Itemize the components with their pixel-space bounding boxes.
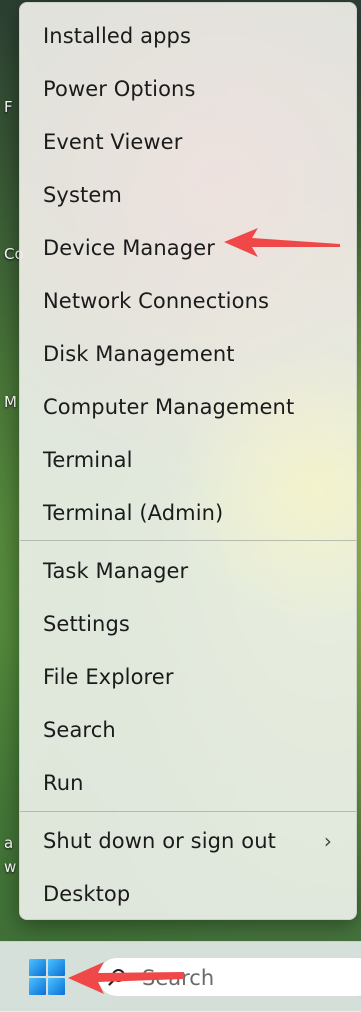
menu-item-network-connections[interactable]: Network Connections xyxy=(20,274,356,327)
menu-item-label: Terminal xyxy=(43,447,133,472)
quick-link-menu: Installed apps Power Options Event Viewe… xyxy=(19,2,357,920)
desktop-icon-label[interactable]: M xyxy=(4,393,17,411)
menu-divider xyxy=(20,811,356,812)
menu-item-event-viewer[interactable]: Event Viewer xyxy=(20,115,356,168)
menu-item-label: Terminal (Admin) xyxy=(43,500,224,525)
menu-item-desktop[interactable]: Desktop xyxy=(20,867,356,919)
windows-logo-icon xyxy=(48,978,65,995)
menu-item-power-options[interactable]: Power Options xyxy=(20,62,356,115)
menu-item-label: Search xyxy=(43,717,116,742)
menu-item-settings[interactable]: Settings xyxy=(20,597,356,650)
menu-divider xyxy=(20,540,356,541)
menu-item-label: Disk Management xyxy=(43,341,235,366)
menu-item-terminal-admin[interactable]: Terminal (Admin) xyxy=(20,486,356,539)
menu-item-disk-management[interactable]: Disk Management xyxy=(20,327,356,380)
menu-item-terminal[interactable]: Terminal xyxy=(20,433,356,486)
windows-logo-icon xyxy=(48,959,65,976)
menu-item-label: System xyxy=(43,182,122,207)
menu-item-system[interactable]: System xyxy=(20,168,356,221)
menu-item-label: Desktop xyxy=(43,881,131,906)
menu-item-label: Run xyxy=(43,770,84,795)
menu-item-computer-management[interactable]: Computer Management xyxy=(20,380,356,433)
taskbar-search-box[interactable]: Search xyxy=(97,957,361,997)
desktop-icon-label[interactable]: F xyxy=(4,98,13,116)
menu-item-label: Task Manager xyxy=(43,558,189,583)
start-button[interactable] xyxy=(29,959,65,995)
menu-item-label: Settings xyxy=(43,611,130,636)
menu-item-shut-down-or-sign-out[interactable]: Shut down or sign out › xyxy=(20,814,356,867)
menu-item-label: Network Connections xyxy=(43,288,270,313)
menu-item-label: Power Options xyxy=(43,76,196,101)
menu-item-label: Event Viewer xyxy=(43,129,183,154)
chevron-right-icon: › xyxy=(323,828,332,853)
menu-item-run[interactable]: Run xyxy=(20,756,356,809)
search-icon xyxy=(108,969,125,986)
desktop-icon-label[interactable]: a xyxy=(4,834,13,852)
windows-logo-icon xyxy=(29,959,46,976)
menu-item-label: Installed apps xyxy=(43,23,192,48)
menu-item-search[interactable]: Search xyxy=(20,703,356,756)
menu-item-label: Shut down or sign out xyxy=(43,828,276,853)
menu-item-task-manager[interactable]: Task Manager xyxy=(20,544,356,597)
menu-item-label: Computer Management xyxy=(43,394,295,419)
search-placeholder: Search xyxy=(142,966,215,990)
menu-item-label: File Explorer xyxy=(43,664,174,689)
menu-item-installed-apps[interactable]: Installed apps xyxy=(20,9,356,62)
windows-logo-icon xyxy=(29,978,46,995)
desktop-icon-label[interactable]: w xyxy=(4,858,16,876)
menu-item-device-manager[interactable]: Device Manager xyxy=(20,221,356,274)
menu-item-file-explorer[interactable]: File Explorer xyxy=(20,650,356,703)
taskbar: Search xyxy=(0,941,361,1012)
menu-item-label: Device Manager xyxy=(43,235,215,260)
